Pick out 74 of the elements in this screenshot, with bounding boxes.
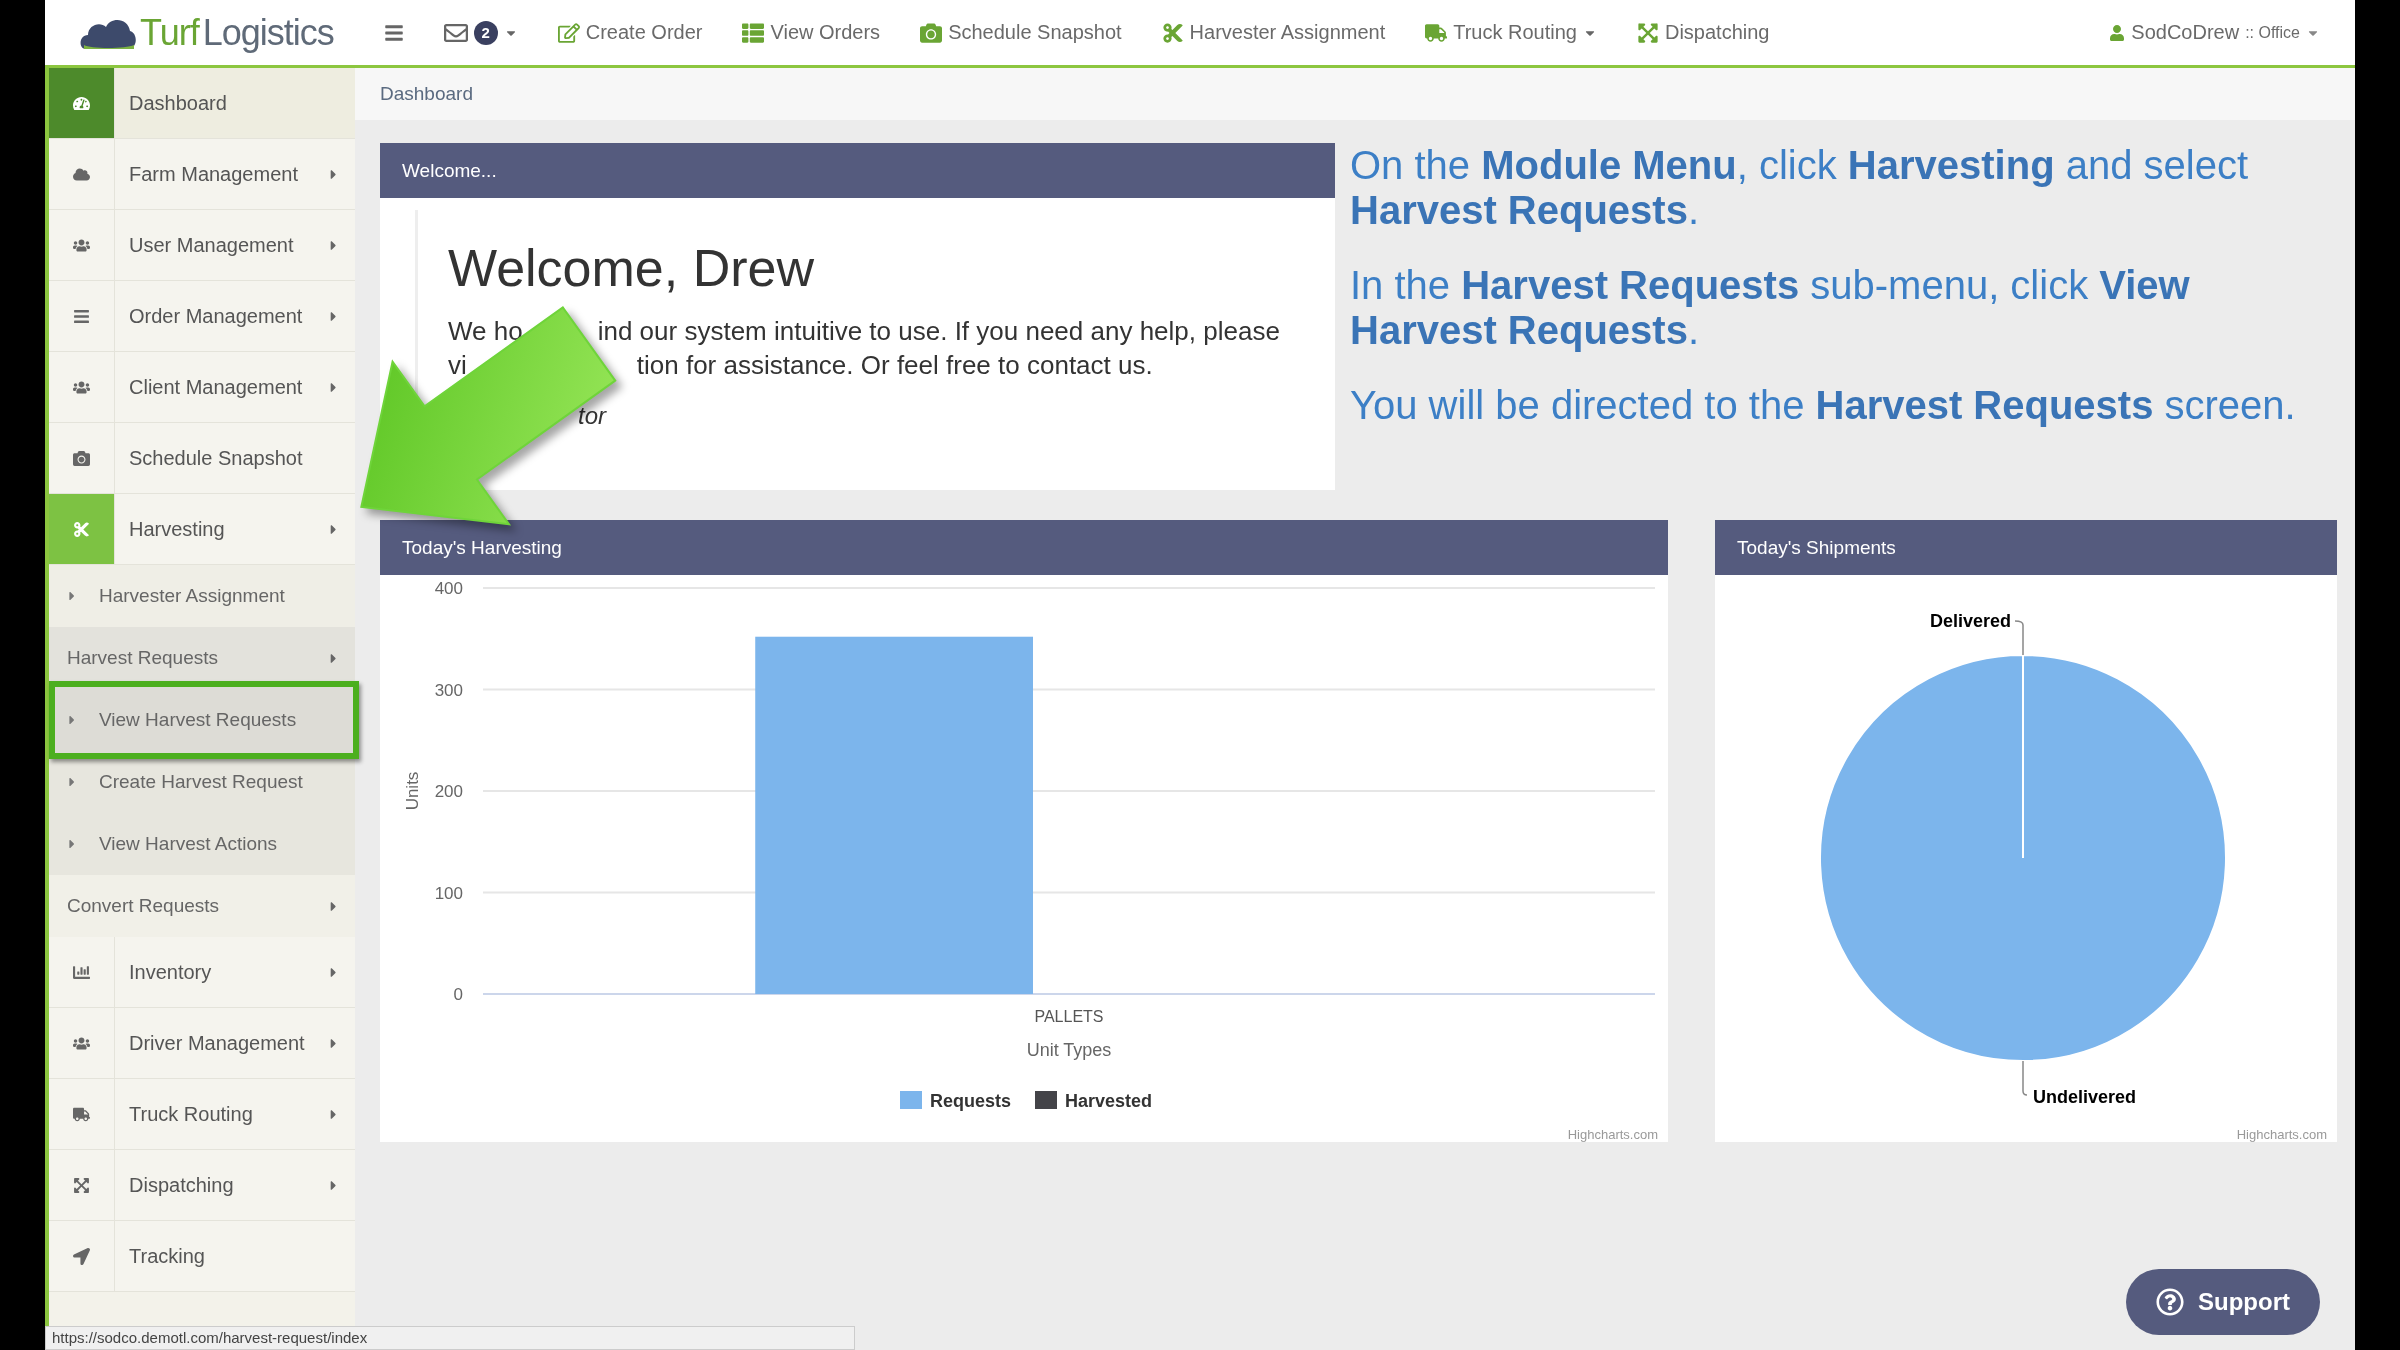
truck-icon bbox=[1425, 21, 1448, 44]
brand-name: Turf bbox=[140, 11, 199, 54]
edit-icon bbox=[557, 21, 580, 44]
welcome-text: vi bbox=[448, 350, 467, 382]
submenu-item[interactable]: View Harvest Actions bbox=[49, 813, 355, 875]
instruction-text: You will be directed to the Harvest Requests screen. bbox=[1350, 383, 2297, 428]
submenu-item[interactable]: View Harvest Requests bbox=[49, 681, 359, 759]
sidebar-item[interactable]: Tracking bbox=[49, 1221, 355, 1292]
leader-line bbox=[2022, 1060, 2028, 1096]
location-arrow-icon bbox=[73, 1247, 90, 1265]
sidebar-item[interactable]: Harvesting bbox=[49, 494, 355, 565]
welcome-text: tion for assistance. Or feel free to contact us. bbox=[636, 350, 1153, 382]
nav-link[interactable]: Schedule Snapshot bbox=[920, 21, 1122, 44]
submenu-item[interactable]: Harvester Assignment bbox=[49, 565, 355, 627]
sidebar-item[interactable]: Dashboard bbox=[49, 68, 355, 139]
nav-link[interactable]: Create Order bbox=[557, 21, 703, 44]
user-icon bbox=[2109, 24, 2126, 41]
welcome-text: We ho bbox=[448, 316, 523, 348]
scissors-icon bbox=[73, 520, 90, 538]
panel-header: Today's Shipments bbox=[1715, 520, 2337, 575]
sidebar-item[interactable]: User Management bbox=[49, 210, 355, 281]
status-url: https://sodco.demotl.com/harvest-request/index bbox=[45, 1326, 855, 1350]
axis-title: Unit Types bbox=[1026, 1040, 1112, 1060]
instruction-text: In the Harvest Requests sub-menu, click View Harvest Requests. bbox=[1350, 263, 2191, 353]
legend-label[interactable]: Requests bbox=[930, 1091, 1012, 1111]
sidebar-item[interactable]: Order Management bbox=[49, 281, 355, 352]
welcome-text: ind our system intuitive to use. If you need any help, please bbox=[597, 316, 1280, 348]
leader-line bbox=[2014, 620, 2024, 656]
legend-swatch bbox=[1035, 1091, 1057, 1109]
list-icon bbox=[742, 21, 765, 44]
sidebar-item[interactable]: Farm Management bbox=[49, 139, 355, 210]
axis-tick-label: PALLETS bbox=[1034, 1008, 1104, 1025]
nav-link[interactable]: View Orders bbox=[742, 21, 881, 44]
support-button[interactable]: Support bbox=[2126, 1269, 2320, 1335]
sidebar-item[interactable]: Dispatching bbox=[49, 1150, 355, 1221]
arrows-icon bbox=[73, 1176, 90, 1194]
bar-chart-icon bbox=[73, 963, 90, 981]
message-count: 2 bbox=[473, 20, 498, 45]
scissors-icon bbox=[1161, 21, 1184, 44]
axis-tick-label: 300 bbox=[434, 680, 463, 700]
welcome-heading: Welcome, Drew bbox=[448, 238, 815, 298]
panel-header: Today's Harvesting bbox=[380, 520, 1668, 575]
nav-link[interactable]: Dispatching bbox=[1637, 21, 1770, 44]
signature-text: tor bbox=[578, 402, 606, 430]
arrows-icon bbox=[1637, 21, 1659, 44]
camera-icon bbox=[920, 21, 943, 44]
legend-swatch bbox=[900, 1091, 922, 1109]
nav-link[interactable]: Harvester Assignment bbox=[1161, 21, 1386, 44]
brand-name: Logistics bbox=[202, 11, 334, 54]
gauge-icon bbox=[73, 94, 90, 112]
list-icon bbox=[73, 307, 90, 325]
axis-tick-label: 400 bbox=[434, 579, 463, 598]
sidebar-item[interactable]: Truck Routing bbox=[49, 1079, 355, 1150]
axis-title: Units bbox=[403, 771, 422, 811]
legend-label[interactable]: Harvested bbox=[1065, 1091, 1153, 1111]
user-menu[interactable]: SodCoDrew :: Office bbox=[2109, 21, 2320, 44]
sidebar-item[interactable]: Driver Management bbox=[49, 1008, 355, 1079]
nav-link[interactable]: Truck Routing bbox=[1425, 21, 1597, 44]
camera-icon bbox=[73, 449, 90, 467]
axis-tick-label: 100 bbox=[434, 883, 463, 903]
sidebar-item[interactable]: Schedule Snapshot bbox=[49, 423, 355, 494]
pie-label: Undelivered bbox=[2033, 1087, 2137, 1107]
instruction-text: On the Module Menu, click Harvesting and select Harvest Requests. bbox=[1350, 143, 2250, 233]
help-icon bbox=[2156, 1288, 2184, 1316]
panel-header: Welcome... bbox=[380, 143, 1335, 198]
sidebar-item[interactable]: Inventory bbox=[49, 937, 355, 1008]
breadcrumb[interactable]: Dashboard bbox=[380, 83, 473, 105]
messages-button[interactable]: 2 bbox=[443, 20, 518, 45]
pie-label: Delivered bbox=[1929, 611, 2011, 631]
axis-tick-label: 200 bbox=[434, 782, 463, 801]
axis-tick-label: 0 bbox=[453, 985, 463, 1004]
sidebar-item[interactable]: Client Management bbox=[49, 352, 355, 423]
truck-icon bbox=[73, 1105, 90, 1123]
menu-button[interactable] bbox=[383, 22, 404, 43]
